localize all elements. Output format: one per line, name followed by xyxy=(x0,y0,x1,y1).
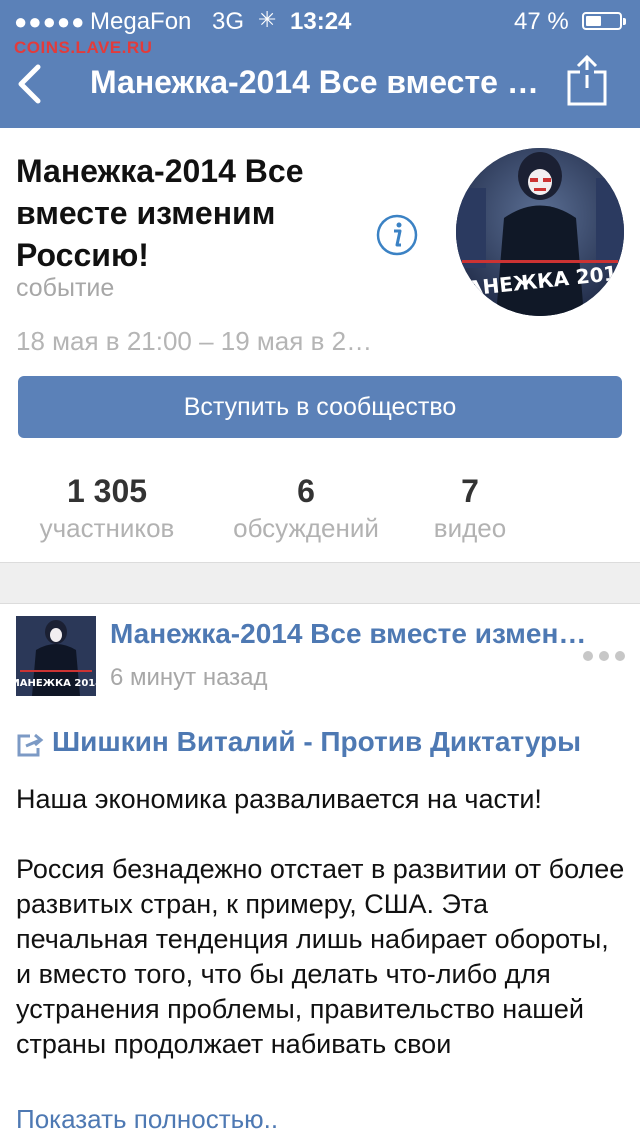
stat-label: участников xyxy=(39,513,175,543)
event-avatar[interactable]: МАНЕЖКА 2014 xyxy=(456,148,624,316)
show-more-link[interactable]: Показать полностью.. xyxy=(16,1104,278,1135)
clock: 13:24 xyxy=(290,8,352,35)
join-community-button[interactable]: Вступить в сообщество xyxy=(18,376,622,438)
stat-videos[interactable]: 7 видео xyxy=(420,472,520,546)
battery-icon xyxy=(582,12,626,30)
watermark: COINS.LAVE.RU xyxy=(14,38,153,57)
status-bar: ●●●●● MegaFon 3G ✳ 13:24 47 % xyxy=(0,7,640,36)
avatar-text: МАНЕЖКА 2014 xyxy=(16,678,96,689)
stat-members[interactable]: 1 305 участников xyxy=(30,472,184,546)
post-paragraph: Наша экономика разваливается на части! xyxy=(16,784,542,814)
post-body: Наша экономика разваливается на части! Р… xyxy=(16,782,626,1062)
repost-icon xyxy=(17,733,44,757)
post-paragraph: Россия безнадежно отстает в развитии от … xyxy=(16,854,625,1059)
battery-percent: 47 % xyxy=(514,8,569,35)
post-timestamp: 6 минут назад xyxy=(110,664,268,691)
activity-spinner-icon: ✳ xyxy=(258,7,277,32)
event-poster-image: МАНЕЖКА 2014 xyxy=(456,148,624,316)
info-icon[interactable] xyxy=(376,214,418,256)
stat-value: 7 xyxy=(461,473,479,509)
post-author-avatar[interactable]: МАНЕЖКА 2014 xyxy=(16,616,96,696)
post-author-link[interactable]: Манежка-2014 Все вместе изменим Россию! xyxy=(110,618,590,650)
repost-author-link[interactable]: Шишкин Виталий - Против Диктатуры xyxy=(52,726,622,758)
event-date: 18 мая в 21:00 – 19 мая в 21:00 xyxy=(16,326,376,356)
stat-label: видео xyxy=(433,513,507,543)
signal-strength: ●●●●● xyxy=(14,9,86,34)
back-chevron-icon[interactable] xyxy=(16,64,42,104)
stat-value: 1 305 xyxy=(66,473,148,509)
stat-value: 6 xyxy=(297,473,315,509)
section-divider xyxy=(0,562,640,604)
nav-bar: ●●●●● MegaFon 3G ✳ 13:24 47 % COINS.LAVE… xyxy=(0,0,640,128)
stat-discussions[interactable]: 6 обсуждений xyxy=(222,472,390,546)
share-icon[interactable] xyxy=(566,54,608,106)
nav-title: Манежка-2014 Все вместе изменим Россию! xyxy=(90,64,540,100)
stat-label: обсуждений xyxy=(233,513,379,543)
more-options-icon[interactable] xyxy=(582,650,626,662)
carrier-name: MegaFon xyxy=(90,8,192,35)
event-title: Манежка-2014 Все вместе изменим Россию! xyxy=(16,153,304,273)
post-avatar-image: МАНЕЖКА 2014 xyxy=(16,616,96,696)
event-type: событие xyxy=(16,274,115,302)
network-type: 3G xyxy=(212,8,245,35)
